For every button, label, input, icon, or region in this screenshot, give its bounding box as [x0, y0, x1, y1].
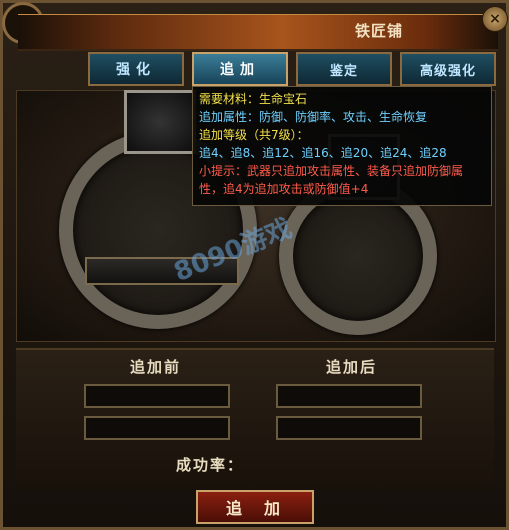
tooltip-attr-value: 防御、防御率、攻击、生命恢复 [259, 110, 428, 124]
tooltip-material-row: 需要材料：生命宝石 [199, 90, 485, 108]
close-icon[interactable]: × [482, 6, 508, 32]
tab-bar: 强化 追加 鉴定 高级强化 [88, 52, 500, 86]
tooltip-attr-label: 追加属性： [199, 110, 260, 124]
tab-strengthen[interactable]: 强化 [88, 52, 184, 86]
tooltip-material-value: 生命宝石 [259, 92, 308, 106]
tooltip-hint-line1: 小提示：武器只追加攻击属性、装备只追加防御属 [199, 164, 464, 178]
tab-identify[interactable]: 鉴定 [296, 52, 392, 86]
after-label: 追加后 [326, 358, 378, 376]
tooltip-hint-line2: 性，追4为追加攻击或防御值+4 [199, 182, 369, 196]
before-label: 追加前 [130, 358, 182, 376]
tooltip-level-heading: 追加等级（共7级）： [199, 128, 309, 142]
title-bar [18, 14, 498, 51]
tooltip-attr-row: 追加属性：防御、防御率、攻击、生命恢复 [199, 108, 485, 126]
window-title: 铁匠铺 [355, 22, 404, 40]
tab-append[interactable]: 追加 [192, 52, 288, 86]
tab-advanced-strengthen[interactable]: 高级强化 [400, 52, 496, 86]
after-stat-field-1 [276, 384, 422, 408]
tooltip-level-list: 追4、追8、追12、追16、追20、追24、追28 [199, 146, 447, 160]
tooltip-material-label: 需要材料： [199, 92, 260, 106]
append-button[interactable]: 追加 [196, 490, 314, 524]
before-stat-field-1 [84, 384, 230, 408]
before-stat-field-2 [84, 416, 230, 440]
success-rate-label: 成功率： [176, 456, 245, 474]
after-stat-field-2 [276, 416, 422, 440]
append-tooltip: 需要材料：生命宝石 追加属性：防御、防御率、攻击、生命恢复 追加等级（共7级）：… [192, 86, 492, 206]
source-item-slot[interactable] [124, 90, 196, 154]
